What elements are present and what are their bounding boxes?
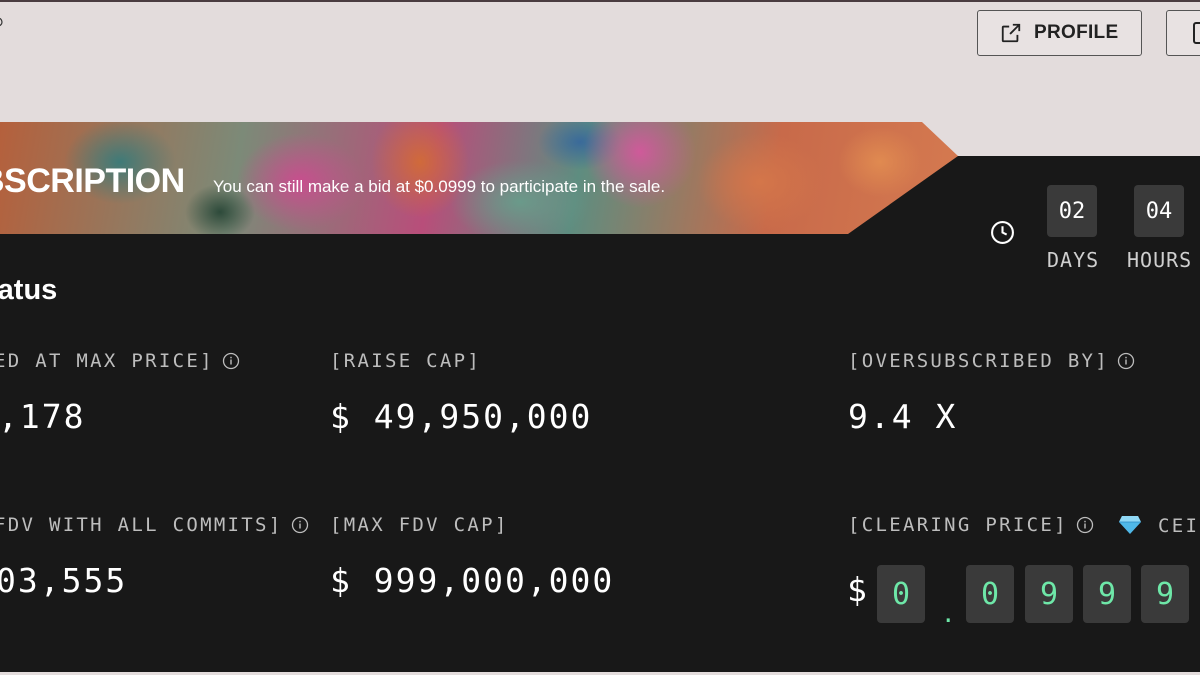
countdown-hours-value: 04	[1134, 185, 1184, 237]
clearing-price-label-text: [CLEARING PRICE]	[848, 514, 1068, 536]
profile-button-label: PROFILE	[1034, 22, 1119, 43]
max-fdv-label: [MAX FDV CAP]	[330, 514, 509, 536]
info-icon[interactable]	[1076, 516, 1094, 534]
document-icon	[1193, 22, 1200, 44]
clearing-price-currency: $	[847, 570, 867, 609]
info-icon[interactable]	[222, 352, 240, 370]
clearing-price-digit: 9	[1025, 565, 1073, 623]
clearing-price-separator: .	[941, 600, 956, 628]
fdv-label-text: FDV WITH ALL COMMITS]	[0, 514, 283, 536]
raise-cap-label-text: [RAISE CAP]	[330, 350, 482, 372]
committed-value: ,178	[0, 397, 86, 436]
max-fdv-value: $ 999,000,000	[330, 561, 615, 600]
clearing-price-digit: 0	[877, 565, 925, 623]
clearing-price-digit: 9	[1083, 565, 1131, 623]
ceiling-price-label: CEI	[1158, 515, 1200, 537]
diamond-icon	[1119, 516, 1141, 534]
clock-icon	[991, 221, 1014, 244]
info-icon[interactable]	[1117, 352, 1135, 370]
link-icon[interactable]	[0, 16, 4, 28]
external-link-icon	[1001, 23, 1021, 43]
raise-cap-value: $ 49,950,000	[330, 397, 593, 436]
clearing-price-label: [CLEARING PRICE]	[848, 514, 1094, 536]
countdown-days-value: 02	[1047, 185, 1097, 237]
committed-label: ED AT MAX PRICE]	[0, 350, 240, 372]
status-title: tatus	[0, 274, 58, 306]
extra-action-button[interactable]	[1166, 10, 1200, 56]
oversubscribed-value: 9.4 X	[848, 397, 958, 436]
banner-title: BSCRIPTION	[0, 162, 185, 200]
info-icon[interactable]	[291, 516, 309, 534]
countdown-days-label: DAYS	[1047, 248, 1100, 272]
profile-button[interactable]: PROFILE	[977, 10, 1142, 56]
clearing-price-digit: 9	[1141, 565, 1189, 623]
clearing-price-digit: 0	[966, 565, 1014, 623]
countdown-hours-label: HOURS	[1127, 248, 1193, 272]
banner-subtitle: You can still make a bid at $0.0999 to p…	[213, 177, 666, 196]
oversubscribed-label-text: [OVERSUBSCRIBED BY]	[848, 350, 1110, 372]
committed-label-text: ED AT MAX PRICE]	[0, 350, 214, 372]
fdv-value: 03,555	[0, 561, 128, 600]
top-border	[0, 0, 1200, 2]
fdv-label: FDV WITH ALL COMMITS]	[0, 514, 309, 536]
raise-cap-label: [RAISE CAP]	[330, 350, 481, 372]
max-fdv-label-text: [MAX FDV CAP]	[330, 514, 509, 536]
oversubscribed-label: [OVERSUBSCRIBED BY]	[848, 350, 1135, 372]
